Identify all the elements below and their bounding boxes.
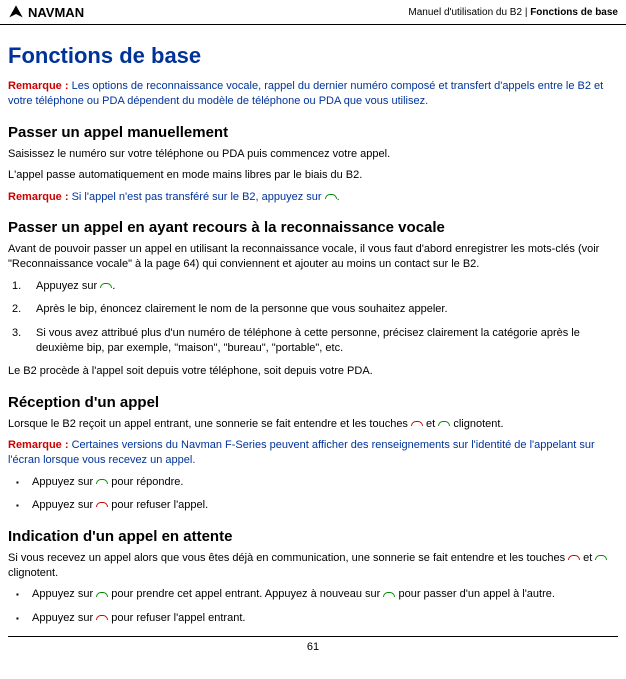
phone-answer-icon: [100, 281, 112, 291]
section-title-call-waiting: Indication d'un appel en attente: [8, 528, 618, 545]
text-before: Appuyez sur: [32, 612, 96, 624]
text-after: pour répondre.: [108, 476, 183, 488]
remarque-text-after: .: [337, 191, 340, 203]
header-right: Manuel d'utilisation du B2 | Fonctions d…: [408, 7, 618, 18]
text-mid: et: [423, 418, 438, 430]
phone-answer-icon: [383, 590, 395, 600]
remarque-2: Remarque : Si l'appel n'est pas transfér…: [8, 190, 618, 205]
receive-call-list: Appuyez sur pour répondre. Appuyez sur p…: [8, 475, 618, 514]
text-mid: pour prendre cet appel entrant. Appuyez …: [108, 588, 383, 600]
text-before: Appuyez sur: [32, 499, 96, 511]
section1-p1: Saisissez le numéro sur votre téléphone …: [8, 147, 618, 162]
remarque-1: Remarque : Les options de reconnaissance…: [8, 79, 618, 110]
phone-hangup-icon: [411, 419, 423, 429]
phone-answer-icon: [96, 477, 108, 487]
logo-text: NAVMAN: [28, 5, 84, 20]
section-title-voice-call: Passer un appel en ayant recours à la re…: [8, 219, 618, 236]
page-number: 61: [307, 641, 319, 653]
step-text-before: Appuyez sur: [36, 280, 100, 292]
list-item: Appuyez sur pour refuser l'appel.: [8, 498, 618, 513]
header-bar: NAVMAN Manuel d'utilisation du B2 | Fonc…: [0, 0, 626, 25]
remarque-text: Certaines versions du Navman F-Series pe…: [8, 439, 595, 466]
remarque-label: Remarque :: [8, 80, 72, 92]
section-title-manual-call: Passer un appel manuellement: [8, 124, 618, 141]
remarque-3: Remarque : Certaines versions du Navman …: [8, 438, 618, 469]
list-item: Appuyez sur pour refuser l'appel entrant…: [8, 611, 618, 626]
footer: 61: [8, 636, 618, 653]
text-after: pour refuser l'appel entrant.: [108, 612, 245, 624]
header-manual-text: Manuel d'utilisation du B2 |: [408, 7, 530, 18]
step-text-after: .: [112, 280, 115, 292]
section2-intro: Avant de pouvoir passer un appel en util…: [8, 242, 618, 273]
text-mid: et: [580, 552, 595, 564]
text-after: pour passer d'un appel à l'autre.: [395, 588, 555, 600]
phone-hangup-icon: [96, 613, 108, 623]
remarque-label: Remarque :: [8, 439, 72, 451]
voice-call-steps: Appuyez sur . Après le bip, énoncez clai…: [8, 279, 618, 357]
call-waiting-list: Appuyez sur pour prendre cet appel entra…: [8, 587, 618, 626]
logo-icon: [8, 4, 24, 20]
section4-p1: Si vous recevez un appel alors que vous …: [8, 551, 618, 582]
header-section-text: Fonctions de base: [530, 7, 618, 18]
section3-p1: Lorsque le B2 reçoit un appel entrant, u…: [8, 417, 618, 432]
text-before: Si vous recevez un appel alors que vous …: [8, 552, 568, 564]
section2-outro: Le B2 procède à l'appel soit depuis votr…: [8, 364, 618, 379]
content: Fonctions de base Remarque : Les options…: [0, 25, 626, 653]
text-after: clignotent.: [8, 567, 58, 579]
remarque-text-before: Si l'appel n'est pas transféré sur le B2…: [72, 191, 325, 203]
text-before: Appuyez sur: [32, 476, 96, 488]
text-before: Lorsque le B2 reçoit un appel entrant, u…: [8, 418, 411, 430]
phone-answer-icon: [96, 590, 108, 600]
phone-answer-icon: [595, 553, 607, 563]
remarque-text: Les options de reconnaissance vocale, ra…: [8, 80, 603, 107]
page-title: Fonctions de base: [8, 43, 618, 69]
list-item: Si vous avez attribué plus d'un numéro d…: [8, 326, 618, 357]
section-title-receive-call: Réception d'un appel: [8, 394, 618, 411]
text-after: pour refuser l'appel.: [108, 499, 208, 511]
list-item: Appuyez sur .: [8, 279, 618, 294]
remarque-label: Remarque :: [8, 191, 72, 203]
section1-p2: L'appel passe automatiquement en mode ma…: [8, 168, 618, 183]
logo: NAVMAN: [8, 4, 84, 20]
phone-hangup-icon: [568, 553, 580, 563]
text-after: clignotent.: [450, 418, 503, 430]
list-item: Appuyez sur pour prendre cet appel entra…: [8, 587, 618, 602]
list-item: Appuyez sur pour répondre.: [8, 475, 618, 490]
list-item: Après le bip, énoncez clairement le nom …: [8, 302, 618, 317]
phone-answer-icon: [325, 192, 337, 202]
phone-hangup-icon: [96, 500, 108, 510]
phone-answer-icon: [438, 419, 450, 429]
text-before: Appuyez sur: [32, 588, 96, 600]
